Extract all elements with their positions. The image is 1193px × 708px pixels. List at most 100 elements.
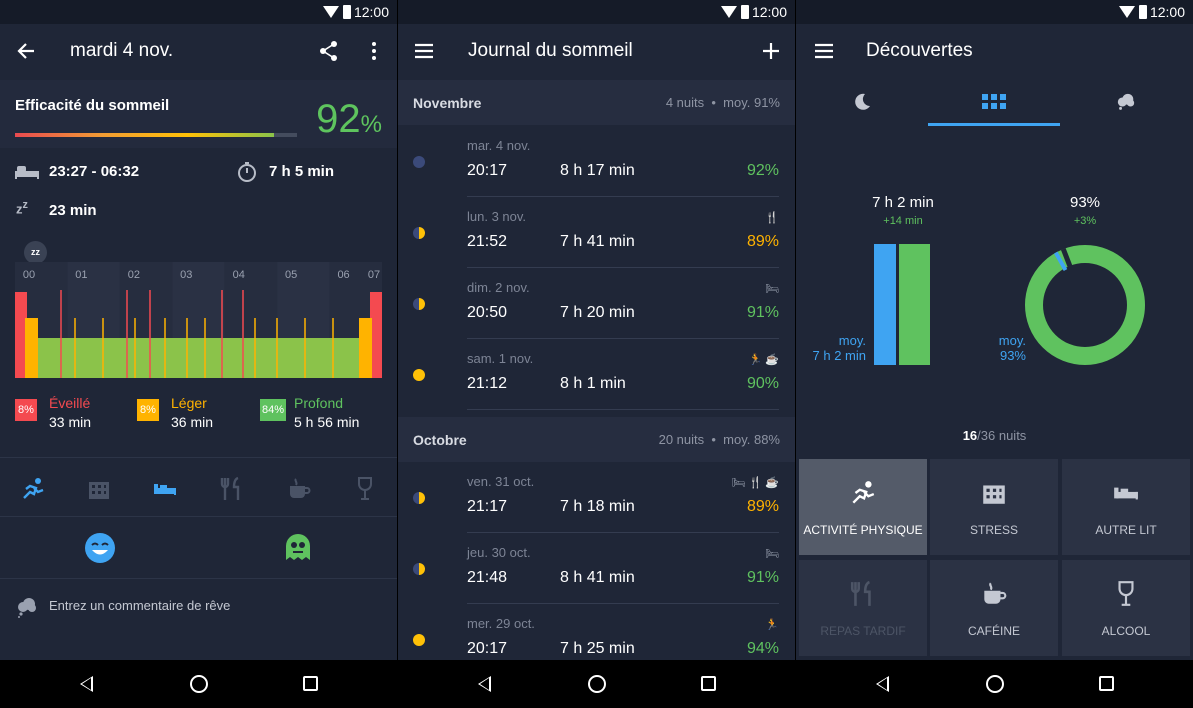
average-duration-label: moy.: [838, 333, 866, 348]
efficiency-bar: [15, 133, 297, 137]
tag-bar: [0, 457, 397, 517]
category-caffeine[interactable]: CAFÉINE: [930, 560, 1058, 656]
entry-date: ven. 31 oct.: [467, 474, 535, 489]
month-name: Octobre: [413, 432, 467, 448]
dream-comment-icon: [18, 598, 36, 618]
light-pct: 8%: [137, 399, 159, 421]
dream-comment-input[interactable]: Entrez un commentaire de rêve: [49, 598, 230, 613]
sleep-duration: 7 h 5 min: [269, 163, 335, 180]
hypnogram-hour-label: 06: [337, 269, 349, 281]
sleep-stage-segment: [359, 318, 372, 378]
entry-quality: 89%: [746, 233, 779, 250]
alcohol-icon: [1118, 581, 1134, 606]
menu-icon[interactable]: [814, 43, 834, 59]
stress-icon[interactable]: [86, 476, 112, 502]
entry-duration: 8 h 17 min: [560, 162, 635, 179]
category-late-meal[interactable]: REPAS TARDIF: [799, 560, 927, 656]
category-stress[interactable]: STRESS: [930, 459, 1058, 555]
wifi-icon: [1119, 6, 1135, 18]
efficiency-card: Efficacité du sommeil 92%: [0, 80, 397, 148]
sleep-journal-screen: 12:00 Journal du sommeil Novembre 4 nuit…: [398, 0, 795, 708]
wifi-icon: [721, 6, 737, 18]
mood-row: [0, 517, 397, 579]
caffeine-icon[interactable]: [286, 476, 312, 502]
status-bar: 12:00: [398, 0, 795, 24]
app-bar: Découvertes: [796, 24, 1193, 80]
dream-comment-row[interactable]: Entrez un commentaire de rêve: [0, 580, 397, 658]
entry-tag-icons: 🛏: [765, 283, 779, 295]
ghost-dream-icon[interactable]: [283, 532, 313, 564]
entry-bedtime: 20:17: [467, 162, 508, 179]
average-duration-value: 7 h 2 min: [812, 348, 866, 363]
happy-face-icon[interactable]: [84, 532, 116, 564]
alcohol-icon[interactable]: [352, 476, 378, 502]
efficiency-value: 93%: [1069, 194, 1101, 211]
app-bar: mardi 4 nov.: [0, 24, 397, 80]
category-alcohol[interactable]: ALCOOL: [1062, 560, 1190, 656]
add-icon[interactable]: [763, 43, 779, 59]
other-bed-icon: [1114, 487, 1138, 500]
tab-sleep[interactable]: [796, 80, 928, 126]
light-time: 36 min: [171, 414, 214, 430]
awake-pct: 8%: [15, 399, 37, 421]
journal-entry[interactable]: dim. 2 nov. 🛏 20:50 7 h 20 min 91%: [398, 268, 795, 339]
entry-duration: 7 h 41 min: [560, 233, 635, 250]
entry-quality: 91%: [746, 569, 779, 586]
moon-phase-icon: [413, 156, 425, 168]
entry-tag-icons: 🏃 ☕: [748, 354, 779, 366]
nav-back-icon[interactable]: [478, 676, 491, 692]
late-meal-icon[interactable]: [219, 476, 245, 502]
moon-phase-icon: [413, 227, 425, 239]
entry-duration: 7 h 20 min: [560, 304, 635, 321]
grid-icon: [982, 94, 1006, 109]
hypnogram-hour-label: 00: [23, 269, 35, 281]
journal-entry[interactable]: mar. 4 nov. 20:17 8 h 17 min 92%: [398, 126, 795, 197]
status-time: 12:00: [751, 4, 787, 20]
back-arrow-icon[interactable]: [16, 41, 36, 61]
efficiency-unit: %: [360, 111, 382, 138]
entry-duration: 7 h 18 min: [560, 498, 635, 515]
category-other-bed[interactable]: AUTRE LIT: [1062, 459, 1190, 555]
nav-recents-icon[interactable]: [303, 676, 318, 691]
duration-delta: +14 min: [883, 215, 923, 227]
nav-back-icon[interactable]: [80, 676, 93, 692]
journal-entry[interactable]: jeu. 30 oct. 🛏 21:48 8 h 41 min 91%: [398, 533, 795, 604]
entry-date: mer. 29 oct.: [467, 616, 535, 631]
physical-activity-icon: [852, 481, 875, 504]
nav-recents-icon[interactable]: [1099, 676, 1114, 691]
hypnogram-hour-label: 04: [233, 269, 245, 281]
tab-grid[interactable]: [928, 80, 1060, 126]
entry-date: jeu. 30 oct.: [467, 545, 531, 560]
entry-date: sam. 1 nov.: [467, 351, 534, 366]
hypnogram-hour-label: 07: [368, 269, 380, 281]
fall-asleep-icon: zz: [16, 199, 28, 217]
journal-entry[interactable]: ven. 31 oct. 🛏 🍴 ☕ 21:17 7 h 18 min 89%: [398, 462, 795, 533]
moon-phase-icon: [413, 298, 425, 310]
more-options-icon[interactable]: [370, 41, 378, 61]
efficiency-bar-fill: [15, 133, 275, 137]
nav-home-icon[interactable]: [588, 675, 606, 693]
physical-activity-icon[interactable]: [20, 476, 46, 502]
nav-home-icon[interactable]: [986, 675, 1004, 693]
nav-home-icon[interactable]: [190, 675, 208, 693]
category-physical-activity[interactable]: ACTIVITÉ PHYSIQUE: [799, 459, 927, 555]
menu-icon[interactable]: [414, 43, 434, 59]
nights-count: 16/36 nuits: [796, 428, 1193, 443]
moon-phase-icon: [413, 563, 425, 575]
journal-entry[interactable]: lun. 3 nov. 🍴 21:52 7 h 41 min 89%: [398, 197, 795, 268]
wifi-icon: [323, 6, 339, 18]
tab-dreams[interactable]: [1060, 80, 1192, 126]
efficiency-ring: [1025, 245, 1145, 365]
nav-back-icon[interactable]: [876, 676, 889, 692]
category-label: CAFÉINE: [967, 624, 1020, 638]
other-bed-icon[interactable]: [152, 476, 178, 502]
deep-pct: 84%: [260, 399, 286, 421]
caffeine-icon: [984, 582, 1007, 604]
entry-date: mar. 4 nov.: [467, 138, 531, 153]
nav-recents-icon[interactable]: [701, 676, 716, 691]
share-icon[interactable]: [318, 40, 340, 62]
month-header-october: Octobre 20 nuits • moy. 88%: [398, 417, 795, 462]
efficiency-value: 92%: [316, 97, 382, 142]
journal-entry[interactable]: sam. 1 nov. 🏃 ☕ 21:12 8 h 1 min 90%: [398, 339, 795, 410]
average-duration-bar: [874, 244, 896, 365]
